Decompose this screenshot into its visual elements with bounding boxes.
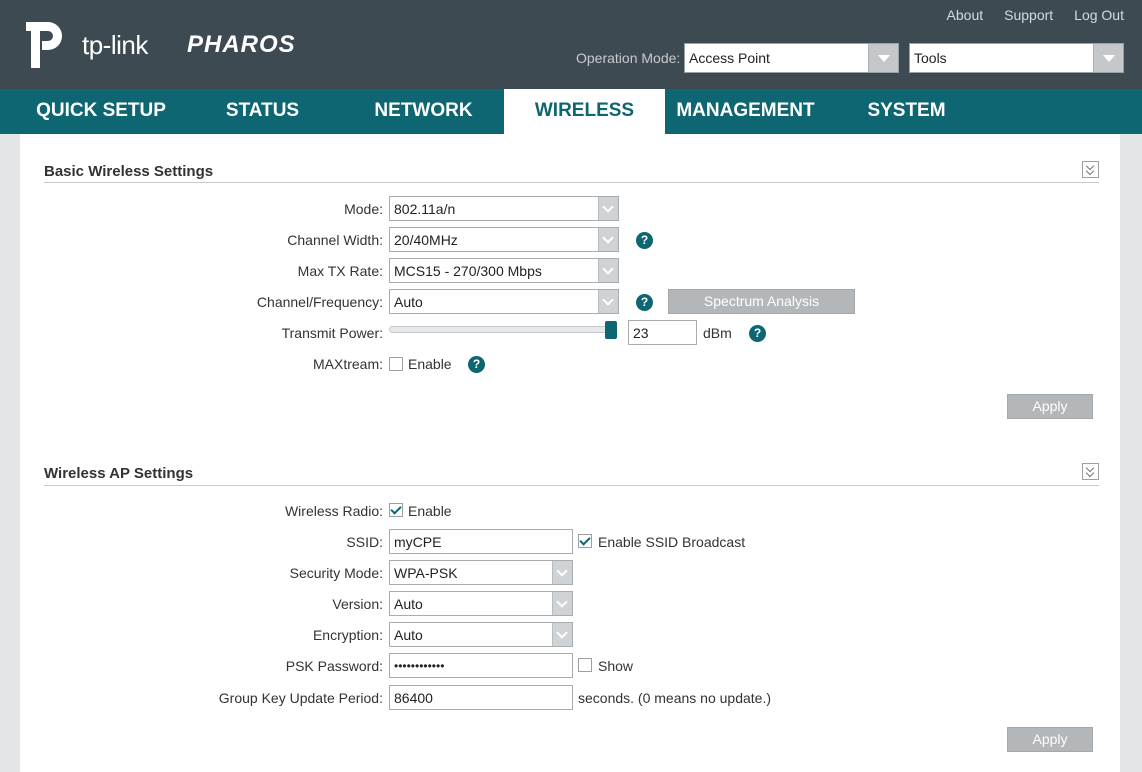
show-password-checkbox[interactable] <box>578 658 592 672</box>
chevron-down-icon <box>552 561 572 584</box>
channel-frequency-select[interactable]: Auto <box>389 289 619 314</box>
channel-width-select[interactable]: 20/40MHz <box>389 227 619 252</box>
chevron-down-icon <box>598 259 618 282</box>
show-password-label: Show <box>598 658 634 674</box>
max-tx-rate-value: MCS15 - 270/300 Mbps <box>394 263 542 279</box>
help-icon[interactable]: ? <box>636 232 653 249</box>
collapse-icon[interactable] <box>1082 161 1099 178</box>
apply-button[interactable]: Apply <box>1007 727 1093 752</box>
wireless-radio-enable-label: Enable <box>408 503 452 519</box>
wireless-radio-label: Wireless Radio: <box>284 503 383 519</box>
channel-width-value: 20/40MHz <box>394 232 458 248</box>
chevron-down-icon <box>1093 44 1123 72</box>
wireless-radio-checkbox[interactable] <box>389 503 403 517</box>
group-key-update-note: seconds. (0 means no update.) <box>578 690 772 706</box>
operation-mode-select[interactable]: Access Point <box>684 43 899 73</box>
security-mode-value: WPA-PSK <box>394 565 458 581</box>
psk-password-label: PSK Password: <box>285 658 383 674</box>
chevron-down-icon <box>598 290 618 313</box>
ssid-broadcast-label: Enable SSID Broadcast <box>598 534 746 550</box>
ssid-input[interactable]: myCPE <box>389 529 573 554</box>
maxtream-checkbox[interactable] <box>389 357 403 371</box>
ssid-broadcast-checkbox[interactable] <box>578 534 592 548</box>
chevron-down-icon <box>598 197 618 220</box>
psk-password-input[interactable]: •••••••••••• <box>389 653 573 678</box>
encryption-label: Encryption: <box>312 627 383 643</box>
chevron-down-icon <box>552 592 572 615</box>
channel-frequency-value: Auto <box>394 294 423 310</box>
slider-fill <box>390 327 616 332</box>
group-key-update-label: Group Key Update Period: <box>218 690 383 706</box>
chevron-down-icon <box>552 623 572 646</box>
transmit-power-label: Transmit Power: <box>281 325 383 341</box>
mode-select[interactable]: 802.11a/n <box>389 196 619 221</box>
section-title-basic: Basic Wireless Settings <box>44 163 214 180</box>
help-icon[interactable]: ? <box>468 356 485 373</box>
tools-value: Tools <box>914 50 947 66</box>
power-unit: dBm <box>703 325 732 341</box>
transmit-power-slider[interactable] <box>389 326 617 333</box>
encryption-value: Auto <box>394 627 423 643</box>
spectrum-analysis-button[interactable]: Spectrum Analysis <box>668 289 855 314</box>
top-header: tp-link PHAROS About Support Log Out Ope… <box>0 0 1142 89</box>
chevron-down-icon <box>868 44 898 72</box>
ssid-label: SSID: <box>346 534 383 550</box>
max-tx-rate-select[interactable]: MCS15 - 270/300 Mbps <box>389 258 619 283</box>
section-divider <box>44 182 1099 183</box>
brand-name: tp-link <box>82 30 148 60</box>
slider-handle[interactable] <box>605 321 617 339</box>
encryption-select[interactable]: Auto <box>389 622 573 647</box>
operation-mode-value: Access Point <box>689 50 770 66</box>
about-link[interactable]: About <box>947 7 984 23</box>
transmit-power-value: 23 <box>633 325 649 341</box>
chevron-down-icon <box>598 228 618 251</box>
security-mode-select[interactable]: WPA-PSK <box>389 560 573 585</box>
mode-value: 802.11a/n <box>394 201 456 217</box>
support-link[interactable]: Support <box>1004 7 1053 23</box>
channel-width-label: Channel Width: <box>287 232 383 248</box>
help-icon[interactable]: ? <box>749 325 766 342</box>
mode-label: Mode: <box>344 201 383 217</box>
content-panel: Basic Wireless Settings Mode: 802.11a/n … <box>20 134 1120 772</box>
version-value: Auto <box>394 596 423 612</box>
apply-button[interactable]: Apply <box>1007 394 1093 419</box>
ssid-value: myCPE <box>394 534 442 550</box>
maxtream-enable-label: Enable <box>408 356 452 372</box>
help-icon[interactable]: ? <box>636 294 653 311</box>
version-select[interactable]: Auto <box>389 591 573 616</box>
logout-link[interactable]: Log Out <box>1074 7 1124 23</box>
channel-frequency-label: Channel/Frequency: <box>256 294 383 310</box>
top-links: About Support Log Out <box>947 7 1124 23</box>
security-mode-label: Security Mode: <box>289 565 383 581</box>
section-title-ap: Wireless AP Settings <box>44 465 194 482</box>
tools-select[interactable]: Tools <box>909 43 1124 73</box>
tab-status[interactable]: STATUS <box>182 89 343 134</box>
tab-wireless[interactable]: WIRELESS <box>504 89 665 134</box>
version-label: Version: <box>332 596 383 612</box>
product-name: PHAROS <box>187 31 296 58</box>
tab-management[interactable]: MANAGEMENT <box>665 89 826 134</box>
collapse-icon[interactable] <box>1082 463 1099 480</box>
group-key-update-value: 86400 <box>394 690 433 706</box>
group-key-update-input[interactable]: 86400 <box>389 685 573 710</box>
tab-system[interactable]: SYSTEM <box>826 89 987 134</box>
tab-quick-setup[interactable]: QUICK SETUP <box>20 89 182 134</box>
section-divider <box>44 485 1099 486</box>
transmit-power-input[interactable]: 23 <box>628 320 697 345</box>
psk-password-value: •••••••••••• <box>394 659 445 673</box>
tp-link-logo-icon <box>26 22 62 68</box>
operation-mode-label: Operation Mode: <box>576 50 681 66</box>
max-tx-rate-label: Max TX Rate: <box>297 263 383 279</box>
main-nav: QUICK SETUP STATUS NETWORK WIRELESS MANA… <box>0 89 1142 134</box>
maxtream-label: MAXtream: <box>312 356 383 372</box>
tab-network[interactable]: NETWORK <box>343 89 504 134</box>
